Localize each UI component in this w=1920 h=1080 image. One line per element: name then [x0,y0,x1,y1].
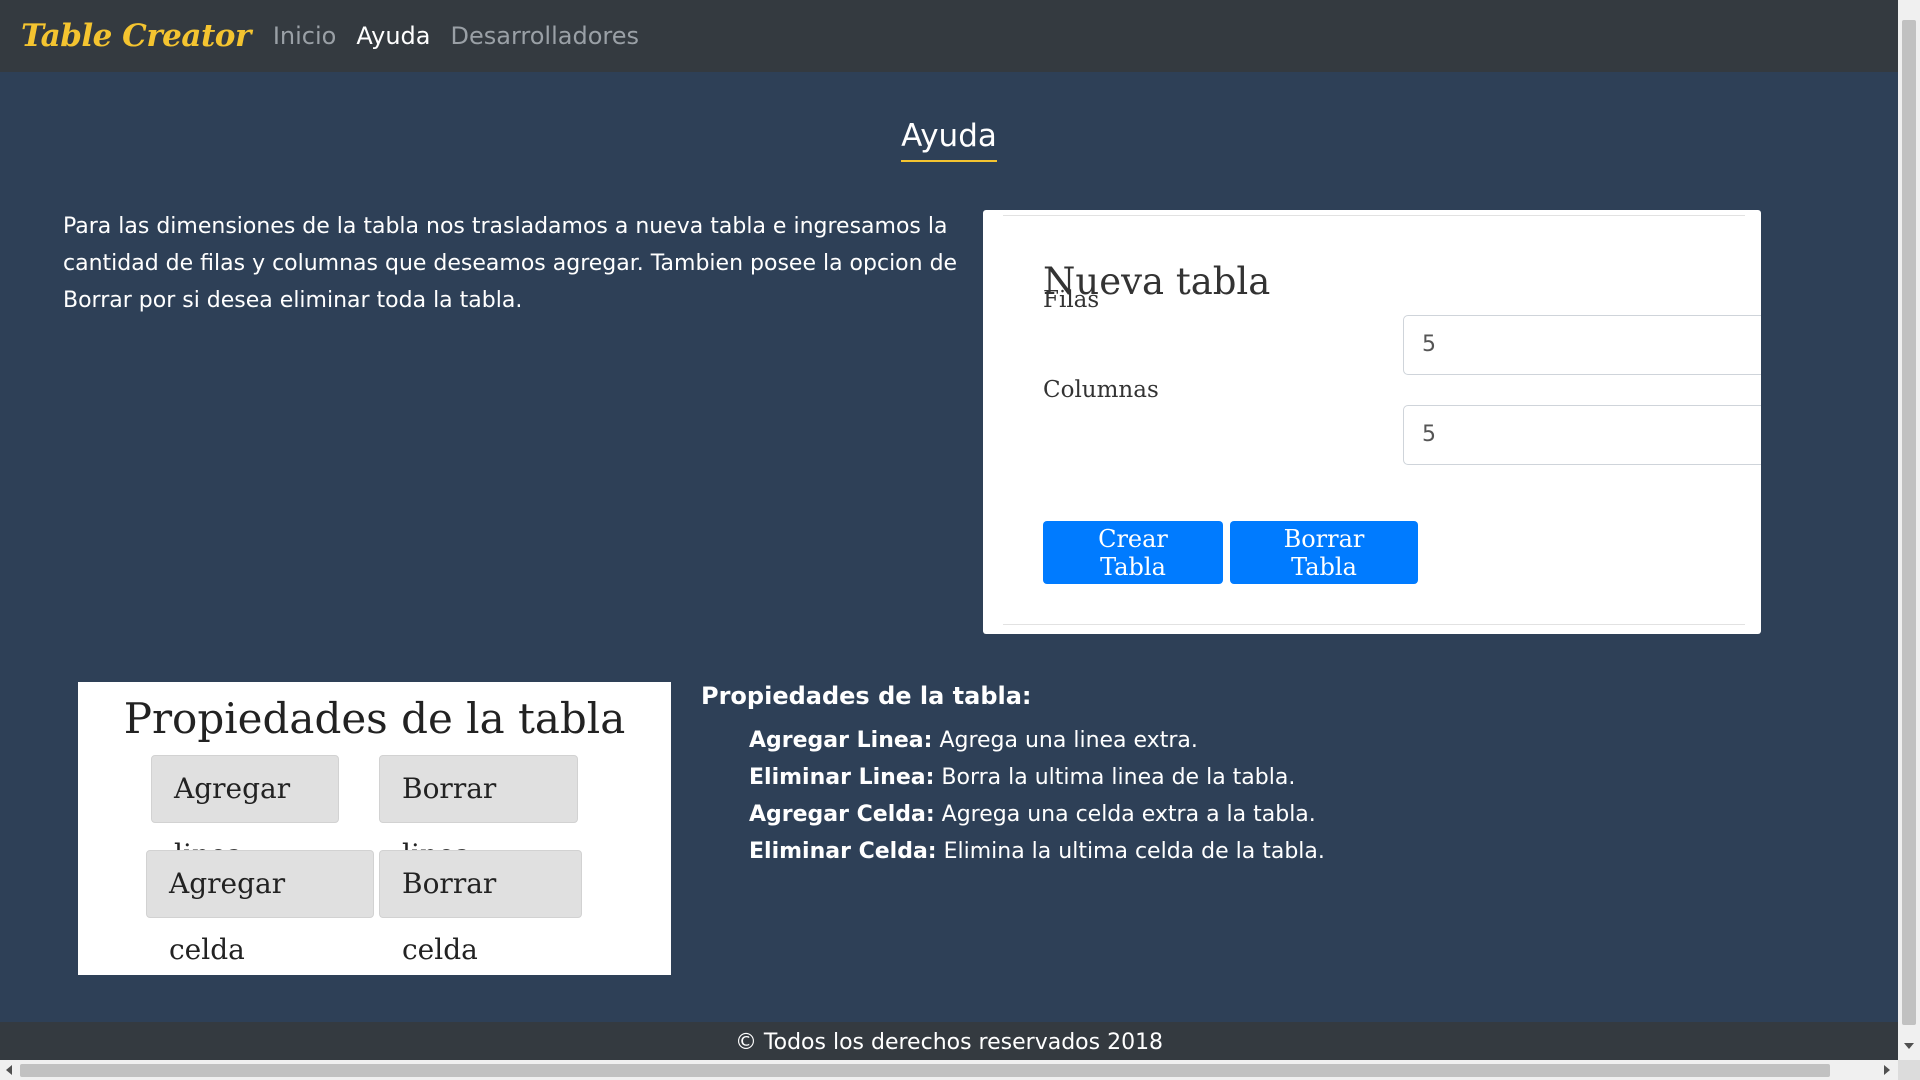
delete-row-button: Borrar linea [379,755,578,871]
brand-logo[interactable]: Table Creator [21,18,251,54]
add-row-button: Agregar linea [151,755,339,871]
item-desc: Agrega una linea extra. [939,728,1198,753]
scroll-down-icon[interactable] [1904,1043,1914,1049]
item-desc: Agrega una celda extra a la tabla. [941,802,1316,827]
props-heading: Propiedades de la tabla: [701,682,1032,710]
item-term: Eliminar Linea: [749,765,935,790]
nav-link-desarrolladores[interactable]: Desarrolladores [450,22,639,50]
scroll-right-icon[interactable] [1884,1065,1890,1075]
scrollbar-thumb[interactable] [20,1064,1830,1077]
item-term: Eliminar Celda: [749,839,937,864]
nav-link-ayuda[interactable]: Ayuda [356,22,430,50]
vertical-scrollbar[interactable] [1898,0,1920,1060]
table-properties-image: Propiedades de la tabla Agregar linea Bo… [78,682,671,975]
props-list: Agregar Linea: Agrega una linea extra. E… [749,722,1325,870]
footer-text: © Todos los derechos reservados 2018 [734,1030,1164,1055]
delete-table-button[interactable]: Borrar Tabla [1230,521,1418,584]
scrollbar-corner [1898,1060,1920,1080]
intro-paragraph: Para las dimensiones de la tabla nos tra… [63,214,958,313]
delete-cell-button: Borrar celda [379,850,582,966]
item-desc: Borra la ultima linea de la tabla. [941,765,1296,790]
list-item: Eliminar Celda: Elimina la ultima celda … [749,833,1325,870]
item-desc: Elimina la ultima celda de la tabla. [943,839,1325,864]
horizontal-scrollbar[interactable] [0,1060,1898,1080]
add-cell-button: Agregar celda [146,850,374,966]
cols-input[interactable]: 5 [1403,405,1761,465]
scroll-left-icon[interactable] [6,1065,12,1075]
nav-link-inicio[interactable]: Inicio [273,22,337,50]
page-title: Ayuda [901,118,997,162]
divider [1003,215,1745,216]
item-term: Agregar Celda: [749,802,935,827]
navbar: Table Creator Inicio Ayuda Desarrollador… [0,0,1898,72]
list-item: Agregar Celda: Agrega una celda extra a … [749,796,1325,833]
item-term: Agregar Linea: [749,728,933,753]
footer: © Todos los derechos reservados 2018 [0,1022,1898,1060]
list-item: Eliminar Linea: Borra la ultima linea de… [749,759,1325,796]
list-item: Agregar Linea: Agrega una linea extra. [749,722,1325,759]
create-table-button[interactable]: Crear Tabla [1043,521,1223,584]
rows-input[interactable]: 5 [1403,315,1761,375]
page-title-wrap: Ayuda [0,118,1898,162]
divider [1003,624,1745,625]
scrollbar-thumb[interactable] [1902,20,1916,1025]
rows-label: Filas [1043,287,1100,313]
nueva-tabla-card: Nueva tabla Filas 5 Columnas 5 Crear Tab… [983,210,1761,634]
props-image-title: Propiedades de la tabla [123,694,626,743]
cols-label: Columnas [1043,377,1159,403]
